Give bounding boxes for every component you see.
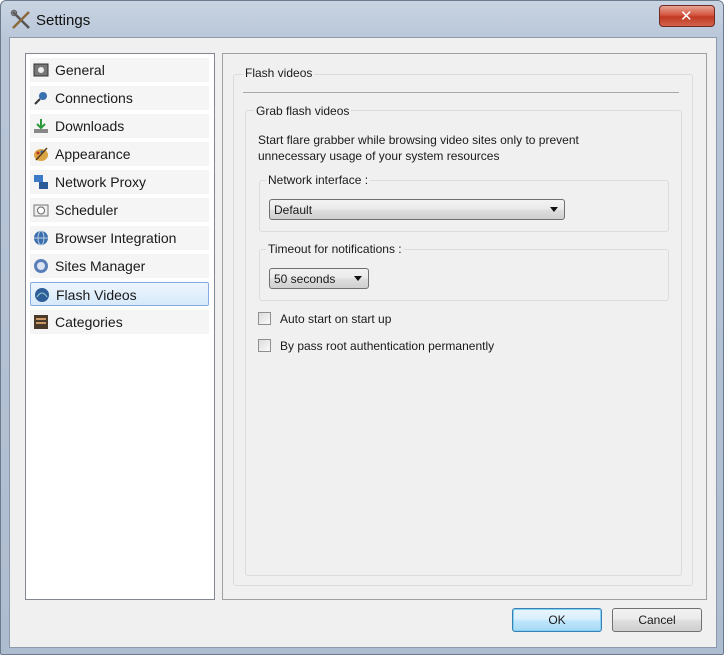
network-interface-value: Default (274, 203, 313, 217)
general-icon (33, 63, 49, 77)
appearance-icon (34, 147, 48, 161)
connections-icon (34, 92, 47, 105)
categories-icon (34, 315, 48, 329)
bypass-root-checkbox[interactable] (258, 339, 271, 352)
close-button[interactable]: ✕ (659, 5, 715, 27)
downloads-icon (34, 119, 48, 133)
sidebar-item-label: Network Proxy (55, 174, 147, 190)
sites-manager-icon (34, 259, 48, 273)
sidebar-item-browser-integration[interactable]: Browser Integration (30, 226, 209, 250)
network-proxy-icon (34, 175, 48, 189)
settings-app-icon (10, 9, 30, 29)
sidebar-item-label: General (55, 62, 105, 78)
sidebar-item-label: Scheduler (55, 202, 119, 218)
network-interface-label: Network interface : (266, 173, 371, 187)
sidebar-item-network-proxy[interactable]: Network Proxy (30, 170, 209, 194)
close-icon: ✕ (680, 8, 693, 25)
sidebar-item-label: Appearance (55, 146, 131, 162)
flash-videos-panel: Flash videos Grab flash videos Start fla… (222, 53, 707, 600)
flash-videos-group-title: Flash videos (243, 66, 315, 80)
timeout-select[interactable]: 50 seconds (269, 268, 369, 289)
chevron-down-icon (354, 276, 362, 281)
ok-button[interactable]: OK (512, 608, 602, 632)
window-title: Settings (36, 12, 91, 29)
sidebar-item-downloads[interactable]: Downloads (30, 114, 209, 138)
sidebar-item-sites-manager[interactable]: Sites Manager (30, 254, 209, 278)
scheduler-icon (33, 204, 49, 217)
flash-videos-icon (35, 288, 49, 302)
sidebar-item-scheduler[interactable]: Scheduler (30, 198, 209, 222)
sidebar-item-label: Connections (55, 90, 133, 106)
bypass-root-label: By pass root authentication permanently (280, 339, 495, 353)
title-bar[interactable]: Settings ✕ (1, 1, 723, 37)
grab-flash-videos-title: Grab flash videos (254, 104, 352, 118)
sidebar-item-label: Browser Integration (55, 230, 177, 246)
network-interface-select[interactable]: Default (269, 199, 565, 220)
auto-start-label: Auto start on start up (280, 312, 392, 326)
timeout-label: Timeout for notifications : (266, 242, 404, 256)
sidebar-item-label: Flash Videos (56, 287, 137, 303)
browser-integration-icon (34, 230, 48, 246)
client-area: General Connections Downloads Appearance… (9, 37, 717, 648)
settings-window: Settings ✕ General Connections Downloads… (0, 0, 724, 655)
sidebar-item-appearance[interactable]: Appearance (30, 142, 209, 166)
separator (243, 92, 679, 93)
settings-sidebar: General Connections Downloads Appearance… (25, 53, 215, 600)
sidebar-item-connections[interactable]: Connections (30, 86, 209, 110)
sidebar-item-general[interactable]: General (30, 58, 209, 82)
sidebar-item-categories[interactable]: Categories (30, 310, 209, 334)
timeout-value: 50 seconds (274, 272, 336, 286)
grab-description: Start flare grabber while browsing video… (258, 133, 579, 163)
auto-start-checkbox[interactable] (258, 312, 271, 325)
chevron-down-icon (550, 207, 558, 212)
cancel-button[interactable]: Cancel (612, 608, 702, 632)
sidebar-item-label: Sites Manager (55, 258, 146, 274)
sidebar-item-flash-videos[interactable]: Flash Videos (30, 282, 209, 306)
sidebar-item-label: Categories (55, 314, 123, 330)
sidebar-item-label: Downloads (55, 118, 125, 134)
